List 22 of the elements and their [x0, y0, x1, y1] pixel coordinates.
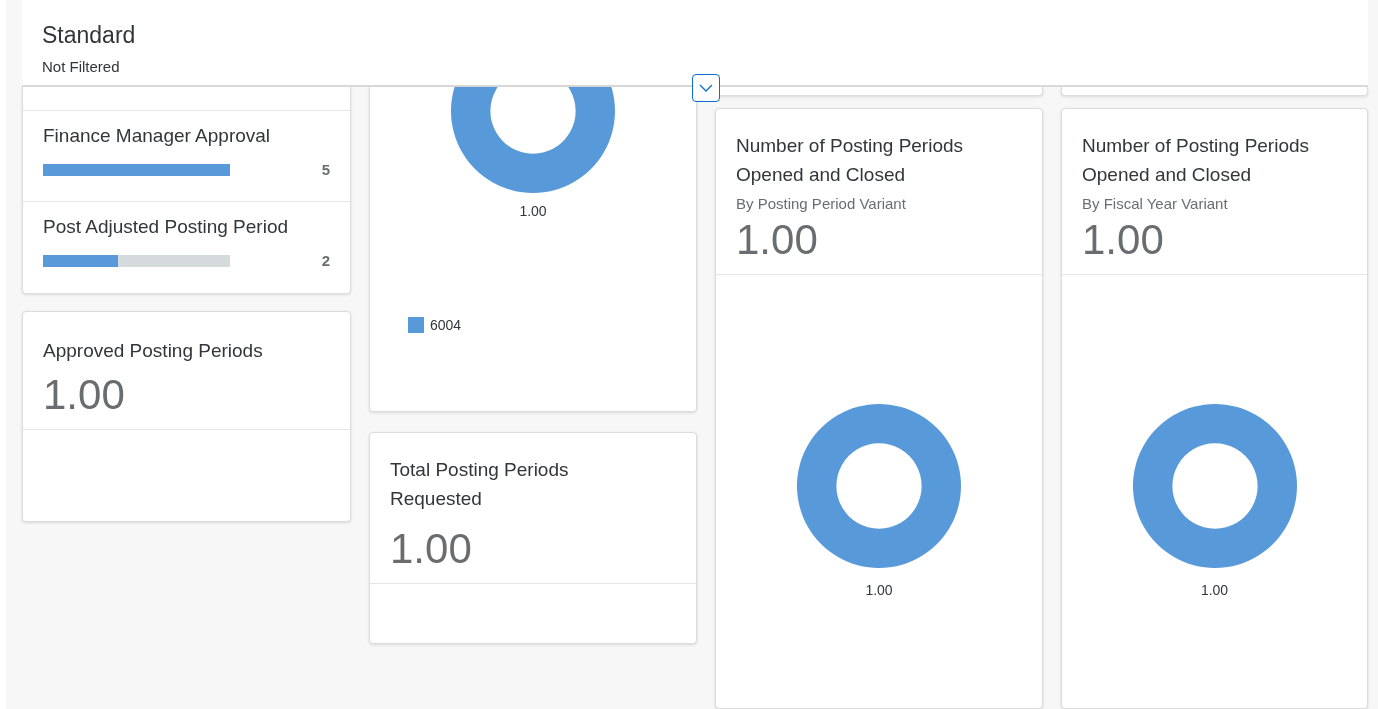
card-subtitle: By Fiscal Year Variant [1081, 195, 1229, 212]
kpi-value: 1.00 [389, 525, 473, 574]
progress-label: Post Adjusted Posting Period [43, 216, 290, 238]
card-title: Approved Posting Periods [42, 339, 264, 363]
expand-button[interactable] [692, 74, 720, 102]
card-title: Number of Posting Periods Opened and Closed [735, 134, 965, 187]
progress-label: Finance Manager Approval [43, 125, 272, 147]
chevron-down-icon [699, 84, 713, 92]
kpi-value: 1.00 [1081, 216, 1165, 265]
progress-value: 2 [321, 252, 330, 269]
card-subtitle: By Posting Period Variant [735, 195, 907, 212]
filter-status: Not Filtered [42, 58, 121, 75]
kpi-value: 1.00 [735, 216, 819, 265]
data-label: 1.00 [1200, 582, 1229, 598]
progress-value: 5 [321, 161, 330, 178]
kpi-value: 1.00 [42, 371, 126, 420]
data-label: 1.00 [865, 582, 893, 598]
data-label: 1.00 [519, 203, 547, 219]
card-title: Total Posting Periods Requested [389, 458, 570, 511]
variant-title: Standard [42, 22, 137, 49]
card-title: Number of Posting Periods Opened and Closed [1081, 134, 1311, 187]
legend-label: 6004 [430, 317, 462, 333]
